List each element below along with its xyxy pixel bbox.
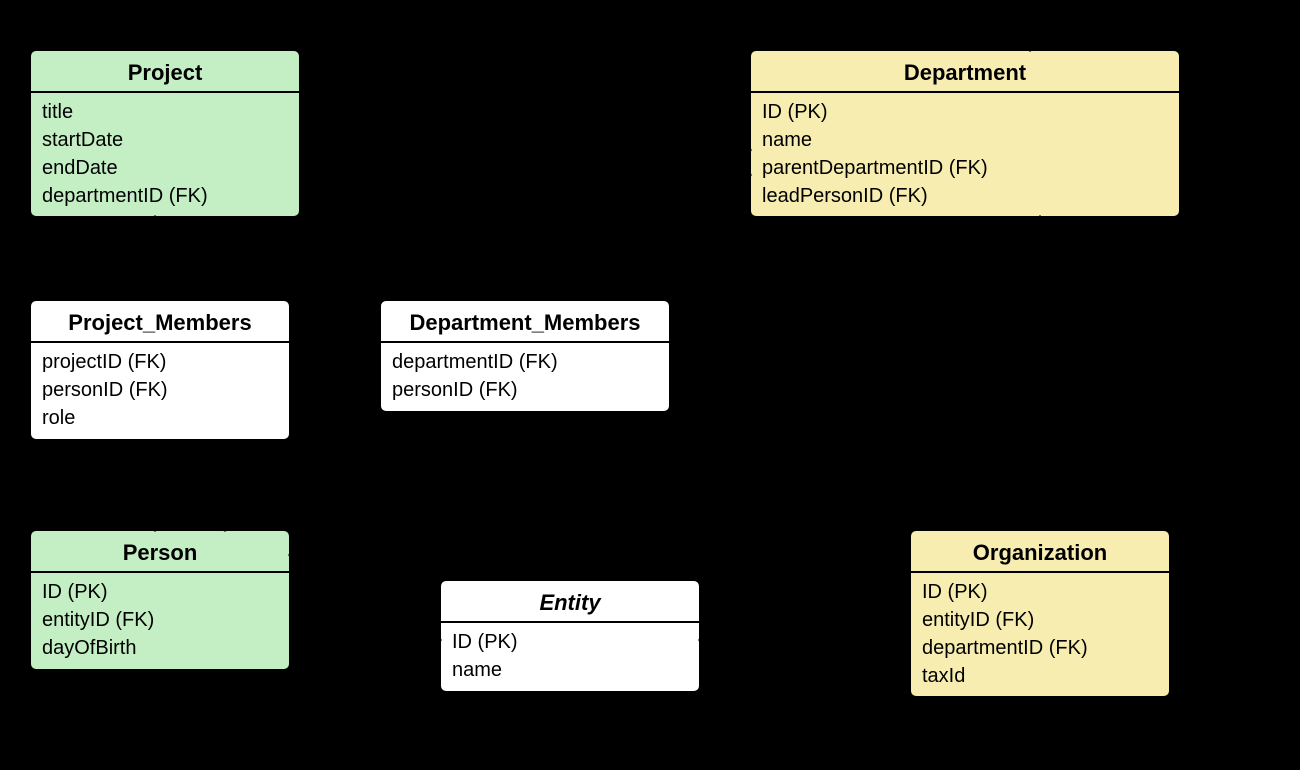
entity-attr-0: ID (PK) xyxy=(452,631,518,653)
er-diagram: Project title startDate endDate departme… xyxy=(0,0,1300,770)
project-attr-0: title xyxy=(42,101,73,123)
entity-organization: Organization ID (PK) entityID (FK) depar… xyxy=(910,530,1170,697)
organization-title: Organization xyxy=(973,540,1107,565)
organization-attr-0: ID (PK) xyxy=(922,581,988,603)
project-members-attr-0: projectID (FK) xyxy=(42,351,166,373)
department-attr-3: leadPersonID (FK) xyxy=(762,185,928,207)
person-attr-2: dayOfBirth xyxy=(42,637,136,659)
person-title: Person xyxy=(123,540,198,565)
department-title: Department xyxy=(904,60,1027,85)
project-attr-3: departmentID (FK) xyxy=(42,185,208,207)
department-attr-0: ID (PK) xyxy=(762,101,828,123)
entity-entity: Entity ID (PK) name xyxy=(440,580,700,692)
project-attr-2: endDate xyxy=(42,157,118,179)
entity-project-members: Project_Members projectID (FK) personID … xyxy=(30,300,290,440)
project-members-attr-2: role xyxy=(42,407,75,429)
project-members-attr-1: personID (FK) xyxy=(42,379,168,401)
department-attr-2: parentDepartmentID (FK) xyxy=(762,157,988,179)
entity-department-members: Department_Members departmentID (FK) per… xyxy=(380,300,670,412)
department-members-attr-0: departmentID (FK) xyxy=(392,351,558,373)
organization-attr-2: departmentID (FK) xyxy=(922,637,1088,659)
entity-person: Person ID (PK) entityID (FK) dayOfBirth xyxy=(30,530,290,670)
project-members-title: Project_Members xyxy=(68,310,251,335)
organization-attr-1: entityID (FK) xyxy=(922,609,1034,631)
person-attr-1: entityID (FK) xyxy=(42,609,154,631)
department-members-title: Department_Members xyxy=(409,310,640,335)
department-attr-1: name xyxy=(762,129,812,151)
entity-project: Project title startDate endDate departme… xyxy=(30,50,300,217)
organization-attr-3: taxId xyxy=(922,665,965,687)
person-attr-0: ID (PK) xyxy=(42,581,108,603)
entity-department: Department ID (PK) name parentDepartment… xyxy=(750,50,1180,217)
entity-title: Entity xyxy=(539,590,602,615)
rel-deptmembers-department xyxy=(560,175,750,300)
entity-attr-1: name xyxy=(452,659,502,681)
project-title: Project xyxy=(128,60,203,85)
project-attr-1: startDate xyxy=(42,129,123,151)
department-members-attr-1: personID (FK) xyxy=(392,379,518,401)
